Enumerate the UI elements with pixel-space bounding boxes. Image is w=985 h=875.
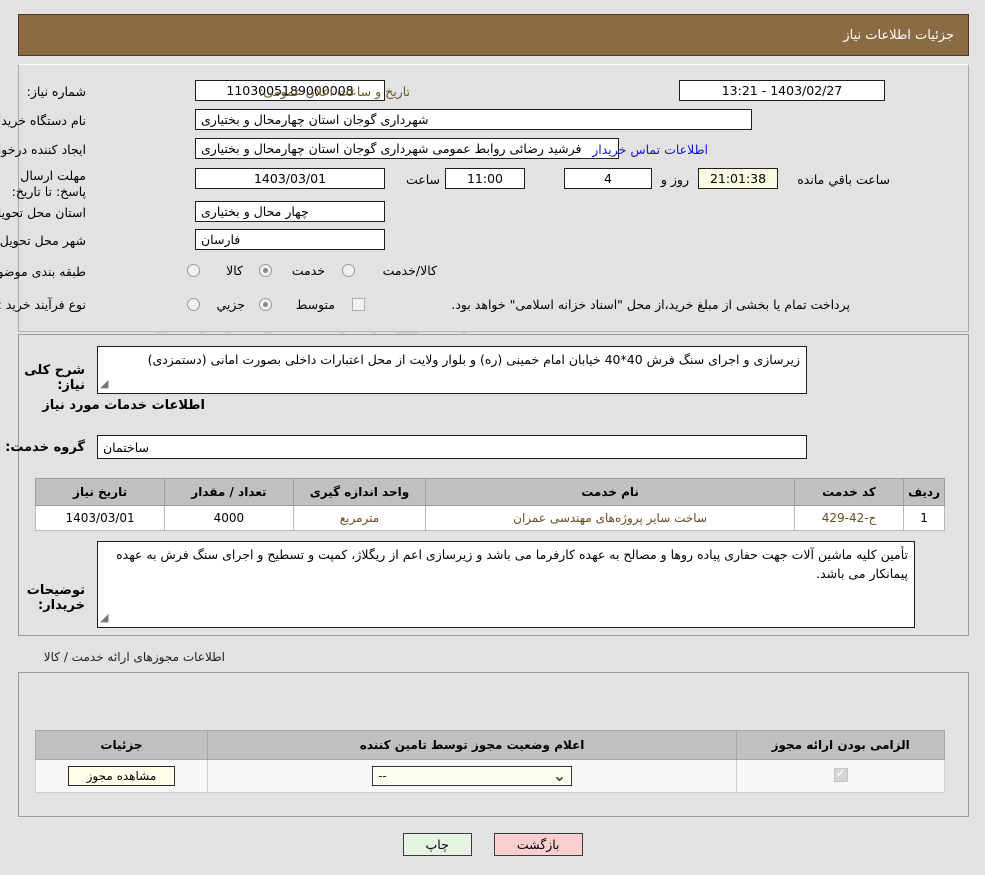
page-title: جزئیات اطلاعات نیاز [843,27,954,43]
page-title-bar: جزئیات اطلاعات نیاز [18,14,969,56]
col-name: نام خدمت [425,478,795,506]
services-section-title: اطلاعات خدمات مورد نیاز [42,398,205,413]
deadline-time-label: ساعت [405,172,440,187]
city-text: فارسان [201,232,241,247]
description-label: شرح کلی نیاز: [24,363,85,393]
table-row: ⌄ -- مشاهده مجوز [35,759,945,793]
province-label: استان محل تحویل: [0,205,86,220]
need-number-label: شماره نیاز: [26,84,86,99]
countdown-label: ساعت باقي مانده [797,172,890,187]
radio-process-medium[interactable] [259,298,272,311]
col-unit: واحد اندازه گیری [292,478,427,506]
process-label: نوع فرآیند خرید : [0,297,86,312]
description-text: زیرسازی و اجرای سنگ فرش 40*40 خیابان اما… [147,352,800,367]
cell-qty: 4000 [164,505,294,531]
footer-actions: بازگشت چاپ [0,833,985,856]
creator-label: ایجاد کننده درخواست: [0,142,86,157]
page-root: AriaTender.net AriaTender.net جزئیات اطل… [0,0,985,875]
checkbox-treasury-bonds-label: پرداخت تمام یا بخشی از مبلغ خرید،از محل … [451,297,850,312]
radio-category-service[interactable] [259,264,272,277]
deadline-time-text: 11:00 [466,171,504,186]
radio-category-goods-label: کالا [226,263,243,278]
permit-status-select[interactable]: ⌄ -- [372,766,573,786]
creator-text: فرشید رضائی روابط عمومی شهرداری گوجان اس… [201,141,582,156]
buyer-contact-link[interactable]: اطلاعات تماس خریدار [592,142,708,157]
buyer-org-value: شهرداری گوجان استان چهارمحال و بختیاری [195,109,752,130]
checkbox-treasury-bonds[interactable] [352,298,365,311]
deadline-time-value: 11:00 [445,168,525,189]
deadline-date-value: 1403/03/01 [195,168,385,189]
service-group-text: ساختمان [103,439,149,455]
remaining-days-label: روز و [660,172,689,187]
buyer-org-label: نام دستگاه خریدار: [0,113,86,128]
creator-value: فرشید رضائی روابط عمومی شهرداری گوجان اس… [195,138,619,159]
cell-code-text: ج-42-429 [821,511,877,525]
col-code: کد خدمت [793,478,905,506]
services-table: ردیف کد خدمت نام خدمت واحد اندازه گیری ت… [34,478,945,531]
divider-top [18,331,969,332]
radio-category-service-label: خدمت [291,263,325,278]
remaining-days-text: 4 [604,171,612,186]
cell-date: 1403/03/01 [34,505,166,531]
cell-date-text: 1403/03/01 [65,511,135,525]
deadline-date-text: 1403/03/01 [253,171,327,186]
chevron-down-icon: ⌄ [552,766,567,785]
cell-permit-status: ⌄ -- [206,759,738,793]
services-table-header-row: ردیف کد خدمت نام خدمت واحد اندازه گیری ت… [34,478,945,506]
radio-category-goods[interactable] [187,264,200,277]
cell-name: ساخت سایر پروژه‌های مهندسی عمران [425,505,795,531]
col-qty: تعداد / مقدار [164,478,294,506]
buyer-notes-textarea[interactable]: تأمین کلیه ماشین آلات جهت حفاری پیاده رو… [97,541,915,628]
col-permit-details: جزئیات [35,730,208,760]
need-info-panel [18,64,969,332]
radio-category-goods-service[interactable] [342,264,355,277]
col-date: تاریخ نیاز [34,478,166,506]
province-text: چهار محال و بختیاری [201,204,309,219]
cell-unit: مترمربع [292,505,427,531]
countdown-text: 21:01:38 [709,171,767,186]
service-group-value[interactable]: ساختمان [97,435,807,459]
cell-qty-text: 4000 [213,511,245,525]
deadline-label: مهلت ارسال پاسخ: تا تاریخ: [11,168,86,199]
view-permit-button[interactable]: مشاهده مجوز [67,766,176,786]
province-value: چهار محال و بختیاری [195,201,385,222]
announce-datetime-text: 13:21 - 1403/02/27 [721,83,843,98]
radio-category-goods-service-label: کالا/خدمت [382,263,437,278]
col-row: ردیف [903,478,945,506]
print-button[interactable]: چاپ [402,833,472,856]
radio-process-minor-label: جزیي [216,297,245,312]
permits-table-header-row: الزامی بودن ارائه مجوز اعلام وضعیت مجوز … [35,730,945,760]
buyer-notes-label: توضیحات خریدار: [26,583,85,613]
description-textarea[interactable]: زیرسازی و اجرای سنگ فرش 40*40 خیابان اما… [97,346,807,394]
announce-datetime-value: 13:21 - 1403/02/27 [679,80,885,101]
cell-code: ج-42-429 [793,505,905,531]
radio-process-medium-label: متوسط [295,297,335,312]
remaining-days-value: 4 [564,168,652,189]
radio-process-minor[interactable] [187,298,200,311]
table-row: 1 ج-42-429 ساخت سایر پروژه‌های مهندسی عم… [34,505,945,531]
resize-grip-icon[interactable]: ◣ [100,374,108,393]
permit-required-checkbox [833,766,848,782]
category-label: طبقه بندی موضوعی: [0,264,86,279]
permits-section-title: اطلاعات مجوزهای ارائه خدمت / کالا [43,650,225,664]
buyer-org-text: شهرداری گوجان استان چهارمحال و بختیاری [201,112,429,127]
col-permit-status: اعلام وضعیت مجوز توسط تامین کننده [206,730,738,760]
col-permit-required: الزامی بودن ارائه مجوز [736,730,945,760]
service-group-label: گروه خدمت: [5,440,85,455]
permits-table: الزامی بودن ارائه مجوز اعلام وضعیت مجوز … [35,730,945,793]
back-button[interactable]: بازگشت [493,833,583,856]
permit-status-value: -- [378,769,387,783]
buyer-notes-text: تأمین کلیه ماشین آلات جهت حفاری پیاده رو… [116,547,908,581]
city-label: شهر محل تحویل: [0,233,86,248]
resize-grip-icon-notes[interactable]: ◣ [100,608,108,627]
cell-row: 1 [903,505,945,531]
cell-permit-details: مشاهده مجوز [35,759,208,793]
countdown-value: 21:01:38 [698,168,778,189]
announce-datetime-label: تاریخ و ساعت اعلان عمومی: [259,84,410,99]
cell-permit-required [736,759,945,793]
city-value: فارسان [195,229,385,250]
